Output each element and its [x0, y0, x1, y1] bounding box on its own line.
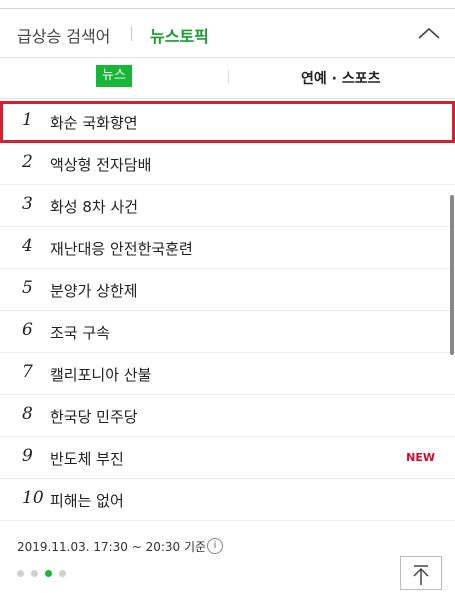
- scrollbar[interactable]: [450, 195, 454, 355]
- collapse-button[interactable]: [414, 19, 444, 47]
- rank-number: 8: [22, 404, 33, 424]
- page-dot-active[interactable]: [45, 570, 52, 577]
- list-item[interactable]: 8 한국당 민주당: [0, 395, 455, 437]
- keyword-text: 반도체 부진: [50, 450, 124, 468]
- page-dot[interactable]: [59, 570, 66, 577]
- keyword-text: 액상형 전자담배: [50, 156, 152, 174]
- list-item[interactable]: 7 캘리포니아 산불: [0, 353, 455, 395]
- keyword-text: 조국 구속: [50, 324, 110, 342]
- list-item[interactable]: 1 화순 국화향연: [0, 101, 455, 143]
- subtab-news[interactable]: 뉴스: [96, 65, 132, 87]
- tab-divider: [131, 26, 132, 41]
- keyword-text: 피해는 없어: [50, 492, 124, 510]
- rank-number: 4: [22, 236, 33, 256]
- keyword-text: 분양가 상한제: [50, 282, 138, 300]
- keyword-text: 화성 8차 사건: [50, 198, 139, 216]
- rank-number: 2: [22, 152, 33, 172]
- rank-number: 3: [22, 194, 33, 214]
- list-item[interactable]: 4 재난대응 안전한국훈련: [0, 227, 455, 269]
- rank-number: 5: [22, 278, 33, 298]
- list-item[interactable]: 2 액상형 전자담배: [0, 143, 455, 185]
- subtab-divider: [228, 70, 229, 84]
- list-item[interactable]: 9 반도체 부진 NEW: [0, 437, 455, 479]
- rank-number: 9: [22, 446, 33, 466]
- rank-number: 10: [22, 488, 44, 508]
- update-timestamp: 2019.11.03. 17:30 ~ 20:30 기준: [17, 540, 207, 554]
- arrow-up-icon: [413, 565, 429, 585]
- keyword-text: 캘리포니아 산불: [50, 366, 152, 384]
- rank-number: 1: [22, 110, 33, 130]
- keyword-text: 재난대응 안전한국훈련: [50, 240, 193, 258]
- list-item[interactable]: 5 분양가 상한제: [0, 269, 455, 311]
- rank-number: 6: [22, 320, 33, 340]
- page-indicator: [17, 562, 73, 581]
- chevron-up-icon: [418, 27, 440, 39]
- keyword-text: 화순 국화향연: [50, 114, 138, 132]
- tab-trending-searches[interactable]: 급상승 검색어: [17, 23, 110, 47]
- keyword-text: 한국당 민주당: [50, 408, 138, 426]
- subtab-entertainment-sports[interactable]: 연예 · 스포츠: [301, 68, 380, 88]
- tab-news-topic[interactable]: 뉴스토픽: [150, 23, 209, 47]
- keyword-list: 1 화순 국화향연 2 액상형 전자담배 3 화성 8차 사건 4 재난대응 안…: [0, 101, 455, 521]
- rank-number: 7: [22, 362, 33, 382]
- page-dot[interactable]: [31, 570, 38, 577]
- widget-header: 급상승 검색어 뉴스토픽: [0, 9, 455, 58]
- list-item[interactable]: 10 피해는 없어: [0, 479, 455, 521]
- sub-tabs: 뉴스 연예 · 스포츠: [0, 58, 455, 99]
- list-item[interactable]: 3 화성 8차 사건: [0, 185, 455, 227]
- list-item[interactable]: 6 조국 구속: [0, 311, 455, 353]
- page-dot[interactable]: [17, 570, 24, 577]
- new-badge: NEW: [406, 451, 435, 464]
- info-icon[interactable]: i: [207, 538, 223, 554]
